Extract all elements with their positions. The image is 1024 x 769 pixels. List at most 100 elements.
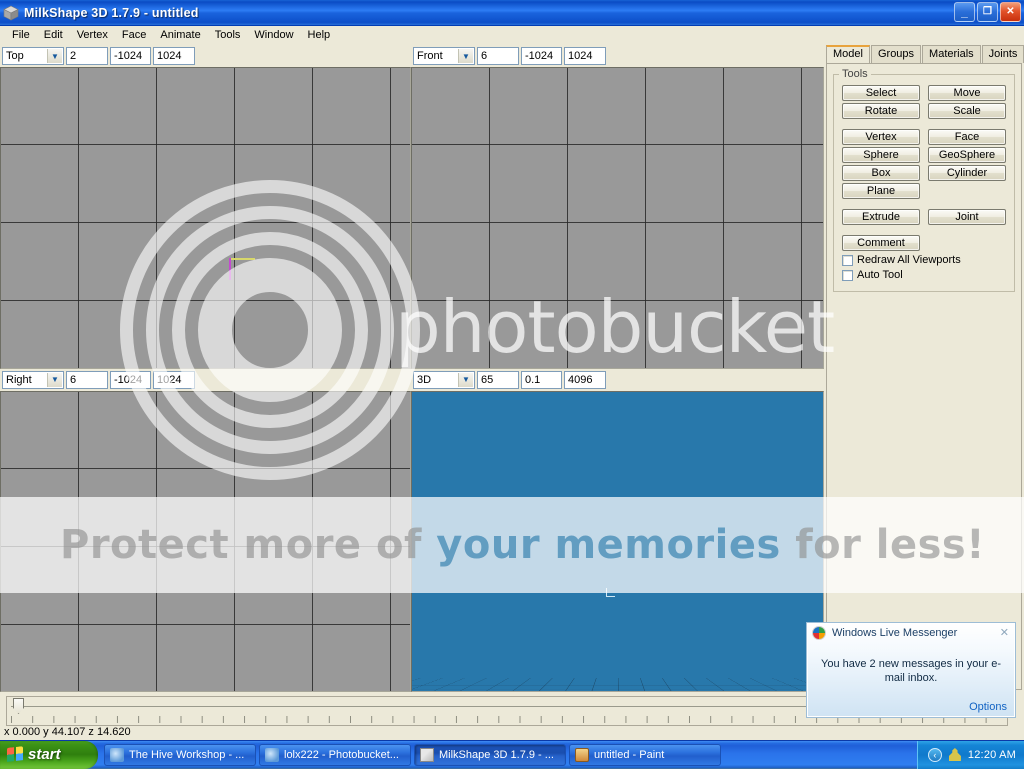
taskbar-item-label: MilkShape 3D 1.7.9 - ... (439, 749, 554, 761)
viewport-right-view-value: Right (6, 374, 32, 386)
tray-clock[interactable]: 12:20 AM (968, 749, 1016, 761)
viewport-3d-canvas[interactable] (411, 391, 824, 693)
menu-help[interactable]: Help (301, 28, 338, 42)
taskbar-item-paint[interactable]: untitled - Paint (569, 744, 721, 766)
move-button[interactable]: Move (928, 85, 1006, 101)
paint-icon (575, 748, 589, 762)
select-button[interactable]: Select (842, 85, 920, 101)
joint-button[interactable]: Joint (928, 209, 1006, 225)
tray-expand-icon[interactable]: ‹ (928, 748, 942, 762)
comment-button[interactable]: Comment (842, 235, 920, 251)
spacer (842, 227, 1006, 235)
viewport-right-toolbar: Right ▼ 6 -1024 1024 (0, 369, 411, 391)
viewport-front-grid (412, 68, 823, 368)
extrude-button[interactable]: Extrude (842, 209, 920, 225)
viewport-3d-toolbar: 3D ▼ 65 0.1 4096 (411, 369, 824, 391)
ie-icon (110, 748, 124, 762)
tool-row-box-cylinder: Box Cylinder (842, 165, 1006, 181)
tab-groups[interactable]: Groups (871, 45, 921, 63)
viewport-right-view-select[interactable]: Right ▼ (2, 371, 64, 389)
viewport-right-near-field[interactable]: -1024 (110, 371, 151, 389)
auto-tool-row[interactable]: Auto Tool (842, 269, 1006, 281)
rotate-button[interactable]: Rotate (842, 103, 920, 119)
menu-vertex[interactable]: Vertex (70, 28, 115, 42)
face-button[interactable]: Face (928, 129, 1006, 145)
viewport-right-canvas[interactable] (0, 391, 411, 693)
status-bar: x 0.000 y 44.107 z 14.620 (0, 726, 1024, 740)
viewport-top: Top ▼ 2 -1024 1024 (0, 45, 411, 369)
viewport-front-canvas[interactable] (411, 67, 824, 369)
system-tray: ‹ 12:20 AM (917, 741, 1024, 769)
viewport-front-near-field[interactable]: -1024 (521, 47, 562, 65)
menu-file[interactable]: File (5, 28, 37, 42)
viewport-3d: 3D ▼ 65 0.1 4096 (411, 369, 824, 693)
viewport-top-far-field[interactable]: 1024 (153, 47, 195, 65)
taskbar-item-milkshape[interactable]: MilkShape 3D 1.7.9 - ... (414, 744, 566, 766)
slider-thumb[interactable] (13, 698, 24, 714)
auto-tool-label: Auto Tool (857, 269, 903, 281)
tab-materials[interactable]: Materials (922, 45, 981, 63)
viewport-3d-far-field[interactable]: 4096 (564, 371, 606, 389)
taskbar-item-photobucket[interactable]: lolx222 - Photobucket... (259, 744, 411, 766)
menu-tools[interactable]: Tools (208, 28, 248, 42)
menu-face[interactable]: Face (115, 28, 153, 42)
start-label: start (28, 746, 61, 763)
viewport-3d-fov-field[interactable]: 65 (477, 371, 519, 389)
auto-tool-checkbox[interactable] (842, 270, 853, 281)
redraw-all-viewports-label: Redraw All Viewports (857, 254, 961, 266)
axis-x-line (229, 258, 255, 260)
viewport-top-canvas[interactable] (0, 67, 411, 369)
plane-button[interactable]: Plane (842, 183, 920, 199)
viewport-front-far-field[interactable]: 1024 (564, 47, 606, 65)
viewport-top-view-select[interactable]: Top ▼ (2, 47, 64, 65)
viewport-3d-perspective-grid (411, 678, 824, 692)
windows-flag-icon (7, 746, 23, 764)
cylinder-button[interactable]: Cylinder (928, 165, 1006, 181)
viewport-top-toolbar: Top ▼ 2 -1024 1024 (0, 45, 411, 67)
viewport-3d-origin-marker (606, 588, 615, 597)
viewport-right-zoom-field[interactable]: 6 (66, 371, 108, 389)
geosphere-button[interactable]: GeoSphere (928, 147, 1006, 163)
tab-model[interactable]: Model (826, 45, 870, 63)
viewport-front-view-select[interactable]: Front ▼ (413, 47, 475, 65)
notification-options-link[interactable]: Options (969, 701, 1007, 713)
viewport-right-grid (1, 392, 410, 692)
tools-group-label: Tools (839, 68, 871, 80)
messenger-tray-icon[interactable] (949, 748, 961, 761)
menu-edit[interactable]: Edit (37, 28, 70, 42)
ie-icon (265, 748, 279, 762)
viewport-top-zoom-field[interactable]: 2 (66, 47, 108, 65)
scale-button[interactable]: Scale (928, 103, 1006, 119)
menu-window[interactable]: Window (247, 28, 300, 42)
viewport-top-near-field[interactable]: -1024 (110, 47, 151, 65)
minimize-icon: _ (961, 6, 968, 18)
box-button[interactable]: Box (842, 165, 920, 181)
viewport-3d-view-select[interactable]: 3D ▼ (413, 371, 475, 389)
chevron-down-icon: ▼ (47, 49, 62, 63)
close-button[interactable]: ✕ (1000, 2, 1021, 22)
restore-button[interactable]: ❐ (977, 2, 998, 22)
tool-row-sphere-geosphere: Sphere GeoSphere (842, 147, 1006, 163)
viewport-3d-near-field[interactable]: 0.1 (521, 371, 562, 389)
tool-row-vertex-face: Vertex Face (842, 129, 1006, 145)
tab-joints[interactable]: Joints (982, 45, 1024, 63)
start-button[interactable]: start (0, 741, 98, 769)
close-icon: ✕ (1006, 7, 1014, 17)
minimize-button[interactable]: _ (954, 2, 975, 22)
viewport-right-far-field[interactable]: 1024 (153, 371, 195, 389)
redraw-all-viewports-checkbox[interactable] (842, 255, 853, 266)
sphere-button[interactable]: Sphere (842, 147, 920, 163)
messenger-notification[interactable]: Windows Live Messenger ✕ You have 2 new … (806, 622, 1016, 718)
menu-animate[interactable]: Animate (153, 28, 207, 42)
redraw-all-viewports-row[interactable]: Redraw All Viewports (842, 254, 1006, 266)
viewport-front: Front ▼ 6 -1024 1024 (411, 45, 824, 369)
title-bar: MilkShape 3D 1.7.9 - untitled _ ❐ ✕ (0, 0, 1024, 26)
main-body: Top ▼ 2 -1024 1024 (0, 45, 1024, 692)
taskbar-item-label: lolx222 - Photobucket... (284, 749, 399, 761)
notification-close-icon[interactable]: ✕ (1000, 626, 1009, 639)
vertex-button[interactable]: Vertex (842, 129, 920, 145)
viewport-front-zoom-field[interactable]: 6 (477, 47, 519, 65)
taskbar-item-hive-workshop[interactable]: The Hive Workshop - ... (104, 744, 256, 766)
spacer (842, 201, 1006, 209)
window-title: MilkShape 3D 1.7.9 - untitled (24, 6, 199, 20)
